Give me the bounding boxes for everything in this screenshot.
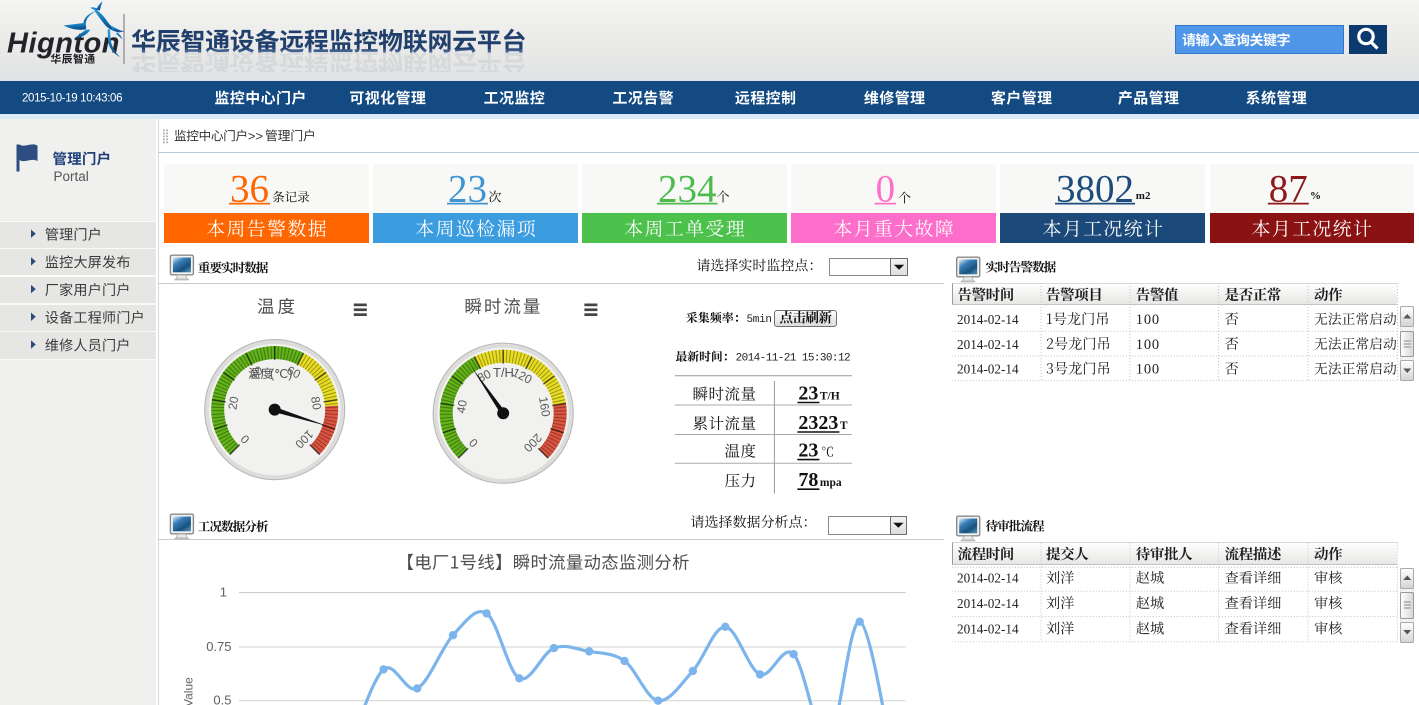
svg-text:20: 20 xyxy=(225,395,241,411)
svg-text:78: 78 xyxy=(798,469,818,491)
svg-text:0.75: 0.75 xyxy=(206,639,231,654)
svg-text:5min: 5min xyxy=(747,314,772,326)
svg-text:100: 100 xyxy=(1136,337,1160,353)
svg-text:80: 80 xyxy=(308,395,324,411)
svg-text:Portal: Portal xyxy=(54,169,89,184)
svg-text:23: 23 xyxy=(798,440,818,462)
svg-text:%: % xyxy=(1310,190,1321,202)
svg-text:2323: 2323 xyxy=(798,412,838,434)
svg-text:2014-02-14: 2014-02-14 xyxy=(957,362,1019,377)
svg-text:2014-02-14: 2014-02-14 xyxy=(957,337,1019,352)
svg-text:2014-02-14: 2014-02-14 xyxy=(957,621,1019,636)
svg-text:(℃): (℃) xyxy=(270,367,292,381)
svg-text:T: T xyxy=(840,420,848,432)
svg-text:mpa: mpa xyxy=(820,477,842,489)
svg-text:2015-10-19 10:43:06: 2015-10-19 10:43:06 xyxy=(22,93,122,105)
svg-text:m2: m2 xyxy=(1136,190,1151,202)
svg-text:T/H: T/H xyxy=(493,365,514,380)
svg-text:1: 1 xyxy=(220,585,227,600)
svg-text:23: 23 xyxy=(798,383,818,405)
svg-text:Value: Value xyxy=(182,677,196,705)
svg-text:2014-02-14: 2014-02-14 xyxy=(957,596,1019,611)
svg-text:40: 40 xyxy=(454,399,470,415)
svg-text:>>: >> xyxy=(248,128,263,143)
svg-text:100: 100 xyxy=(1136,312,1160,328)
svg-text:T/H: T/H xyxy=(820,391,840,403)
svg-text:2014-02-14: 2014-02-14 xyxy=(957,312,1019,327)
svg-text:2014-02-14: 2014-02-14 xyxy=(957,571,1019,586)
svg-text:2014-11-21 15:30:12: 2014-11-21 15:30:12 xyxy=(736,353,850,365)
svg-text:0.5: 0.5 xyxy=(213,693,231,705)
svg-text:100: 100 xyxy=(1136,362,1160,378)
